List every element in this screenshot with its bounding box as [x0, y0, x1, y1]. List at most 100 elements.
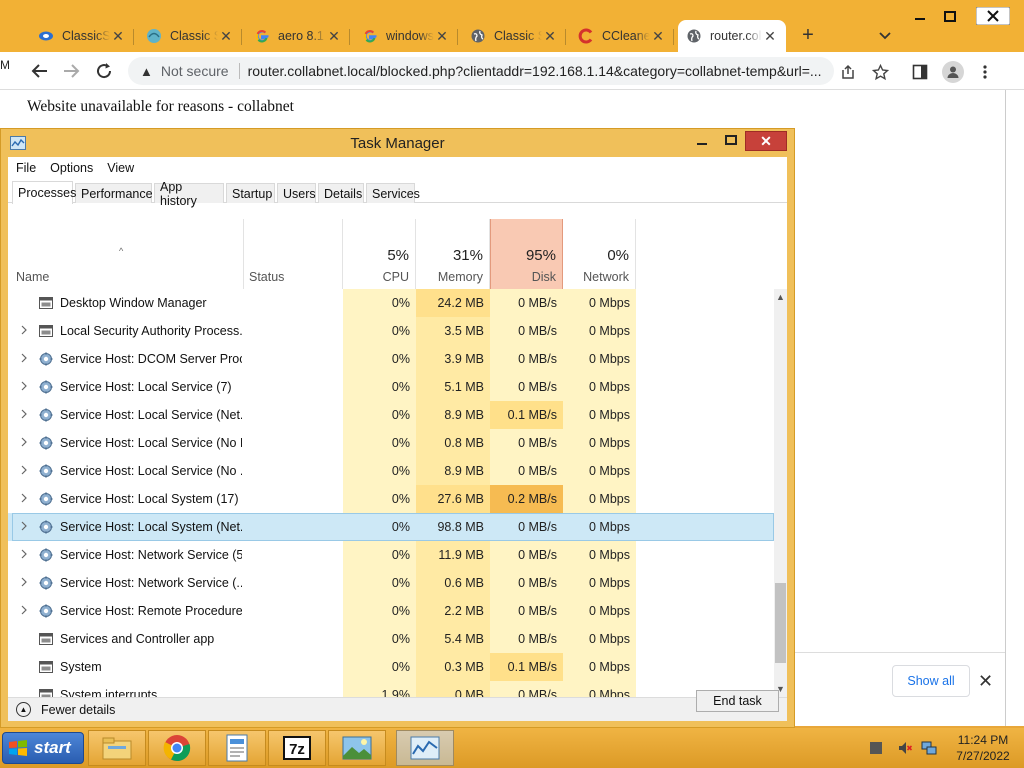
minimize-icon[interactable]	[906, 9, 934, 23]
chrome-icon[interactable]	[148, 730, 206, 766]
process-row[interactable]: Service Host: Local System (Net... 0% 98.8…	[8, 513, 774, 541]
expand-chevron-icon[interactable]	[20, 325, 28, 335]
browser-tab[interactable]: windows ✕	[354, 20, 458, 52]
tab-services[interactable]: Services	[366, 183, 420, 203]
expand-chevron-icon[interactable]	[20, 381, 28, 391]
tab-startup[interactable]: Startup	[226, 183, 275, 203]
scroll-thumb[interactable]	[775, 583, 786, 663]
tab-processes[interactable]: Processes	[12, 181, 76, 204]
show-all-button[interactable]: Show all	[892, 665, 970, 697]
process-row[interactable]: Services and Controller app 0% 5.4 MB 0 MB/…	[8, 625, 774, 653]
column-status[interactable]: Status	[244, 219, 343, 289]
process-row[interactable]: Service Host: DCOM Server Proc... 0% 3.9 M…	[8, 345, 774, 373]
tray-square-icon[interactable]	[868, 740, 884, 756]
fewer-details-button[interactable]: ▲ Fewer details	[16, 702, 115, 717]
volume-muted-icon[interactable]	[897, 740, 913, 756]
forward-icon[interactable]	[60, 60, 82, 82]
expand-chevron-icon[interactable]	[20, 605, 28, 615]
close-icon[interactable]: ✕	[745, 131, 787, 151]
process-row[interactable]: Desktop Window Manager 0% 24.2 MB 0 MB/s 0 M…	[8, 289, 774, 317]
maximize-icon[interactable]	[717, 132, 745, 150]
maximize-icon[interactable]	[936, 9, 964, 23]
close-tab-icon[interactable]: ✕	[110, 28, 126, 45]
browser-tab[interactable]: Classic Shell✕	[462, 20, 566, 52]
close-tab-icon[interactable]: ✕	[326, 28, 342, 45]
new-tab-button[interactable]: +	[797, 24, 819, 46]
browser-tab[interactable]: Classic Shell✕	[138, 20, 242, 52]
browser-tab[interactable]: CCleaner ✕	[570, 20, 674, 52]
process-row[interactable]: System 0% 0.3 MB 0.1 MB/s 0 Mbps	[8, 653, 774, 681]
menu-options[interactable]: Options	[50, 161, 93, 175]
column-cpu[interactable]: 5% CPU	[343, 219, 416, 289]
not-secure-label[interactable]: Not secure	[161, 63, 229, 79]
expand-chevron-icon[interactable]	[20, 521, 28, 531]
column-name[interactable]: ^ Name	[8, 219, 244, 289]
tab-performance[interactable]: Performance	[75, 183, 153, 203]
vertical-scrollbar[interactable]: ▲ ▼	[774, 289, 787, 697]
tab-app-history[interactable]: App history	[154, 180, 224, 208]
expand-chevron-icon[interactable]	[20, 549, 28, 559]
profile-avatar-icon[interactable]	[942, 61, 964, 83]
scroll-up-icon[interactable]: ▲	[774, 289, 787, 305]
close-tab-icon[interactable]: ✕	[762, 28, 778, 45]
warning-icon[interactable]: ▲	[140, 64, 153, 79]
reload-icon[interactable]	[93, 60, 115, 82]
expand-chevron-icon[interactable]	[20, 437, 28, 447]
close-window-icon[interactable]	[976, 7, 1010, 25]
process-row[interactable]: Service Host: Local Service (Net... 0% 8.9…	[8, 401, 774, 429]
google-icon	[254, 28, 270, 44]
wordpad-icon[interactable]	[208, 730, 266, 766]
page-message: Website unavailable for reasons - collab…	[27, 98, 294, 115]
photo-viewer-icon[interactable]	[328, 730, 386, 766]
column-disk[interactable]: 95% Disk	[490, 219, 563, 289]
network-icon[interactable]	[921, 740, 937, 756]
expand-chevron-icon[interactable]	[20, 493, 28, 503]
menu-view[interactable]: View	[107, 161, 134, 175]
process-row[interactable]: Service Host: Network Service (... 0% 0.6 …	[8, 569, 774, 597]
menu-file[interactable]: File	[16, 161, 36, 175]
url-text[interactable]: router.collabnet.local/blocked.php?clien…	[248, 63, 822, 79]
expand-chevron-icon[interactable]	[20, 577, 28, 587]
share-icon[interactable]	[839, 63, 857, 81]
disk-cell: 0 MB/s	[518, 520, 557, 534]
tab-search-icon[interactable]	[876, 26, 894, 44]
close-tab-icon[interactable]: ✕	[218, 28, 234, 45]
process-row[interactable]: Service Host: Network Service (5) 0% 11.9 …	[8, 541, 774, 569]
clock[interactable]: 11:24 PM 7/27/2022	[948, 732, 1018, 764]
close-tab-icon[interactable]: ✕	[542, 28, 558, 45]
expand-chevron-icon[interactable]	[20, 353, 28, 363]
back-icon[interactable]	[29, 60, 51, 82]
expand-chevron-icon[interactable]	[20, 465, 28, 475]
process-row[interactable]: Service Host: Local Service (7) 0% 5.1 MB 0…	[8, 373, 774, 401]
end-task-button[interactable]: End task	[696, 690, 779, 712]
browser-tab[interactable]: ClassicShell✕	[30, 20, 134, 52]
process-row[interactable]: Local Security Authority Process... 0% 3.5…	[8, 317, 774, 345]
column-memory[interactable]: 31% Memory	[416, 219, 490, 289]
tab-details[interactable]: Details	[318, 183, 364, 203]
close-tab-icon[interactable]: ✕	[434, 28, 450, 45]
browser-tab[interactable]: aero 8.1 ✕	[246, 20, 350, 52]
title-bar[interactable]: Task Manager ✕	[1, 129, 794, 157]
process-row[interactable]: System interrupts 1.9% 0 MB 0 MB/s 0 Mbps	[8, 681, 774, 697]
file-explorer-icon[interactable]	[88, 730, 146, 766]
side-panel-icon[interactable]	[911, 63, 929, 81]
browser-tab[interactable]: router.collabnet✕	[678, 20, 786, 52]
minimize-icon[interactable]	[688, 132, 716, 150]
close-tab-icon[interactable]: ✕	[650, 28, 666, 45]
tab-label: router.collabnet	[710, 29, 762, 43]
process-list: Desktop Window Manager 0% 24.2 MB 0 MB/s 0 M…	[8, 289, 774, 697]
process-row[interactable]: Service Host: Remote Procedure... 0% 2.2 M…	[8, 597, 774, 625]
process-row[interactable]: Service Host: Local System (17) 0% 27.6 MB…	[8, 485, 774, 513]
process-row[interactable]: Service Host: Local Service (No I... 0% 0.…	[8, 429, 774, 457]
process-row[interactable]: Service Host: Local Service (No ... 0% 8.9…	[8, 457, 774, 485]
menu-kebab-icon[interactable]	[976, 63, 994, 81]
column-network[interactable]: 0% Network	[563, 219, 636, 289]
7zip-icon[interactable]: 7z	[268, 730, 326, 766]
bookmark-star-icon[interactable]	[871, 63, 889, 81]
address-bar[interactable]: ▲ Not secure router.collabnet.local/bloc…	[128, 57, 834, 85]
tab-users[interactable]: Users	[277, 183, 316, 203]
close-icon[interactable]: ✕	[978, 671, 993, 691]
task-manager-taskbar-icon[interactable]	[396, 730, 454, 766]
start-button[interactable]: start	[2, 732, 84, 764]
expand-chevron-icon[interactable]	[20, 409, 28, 419]
